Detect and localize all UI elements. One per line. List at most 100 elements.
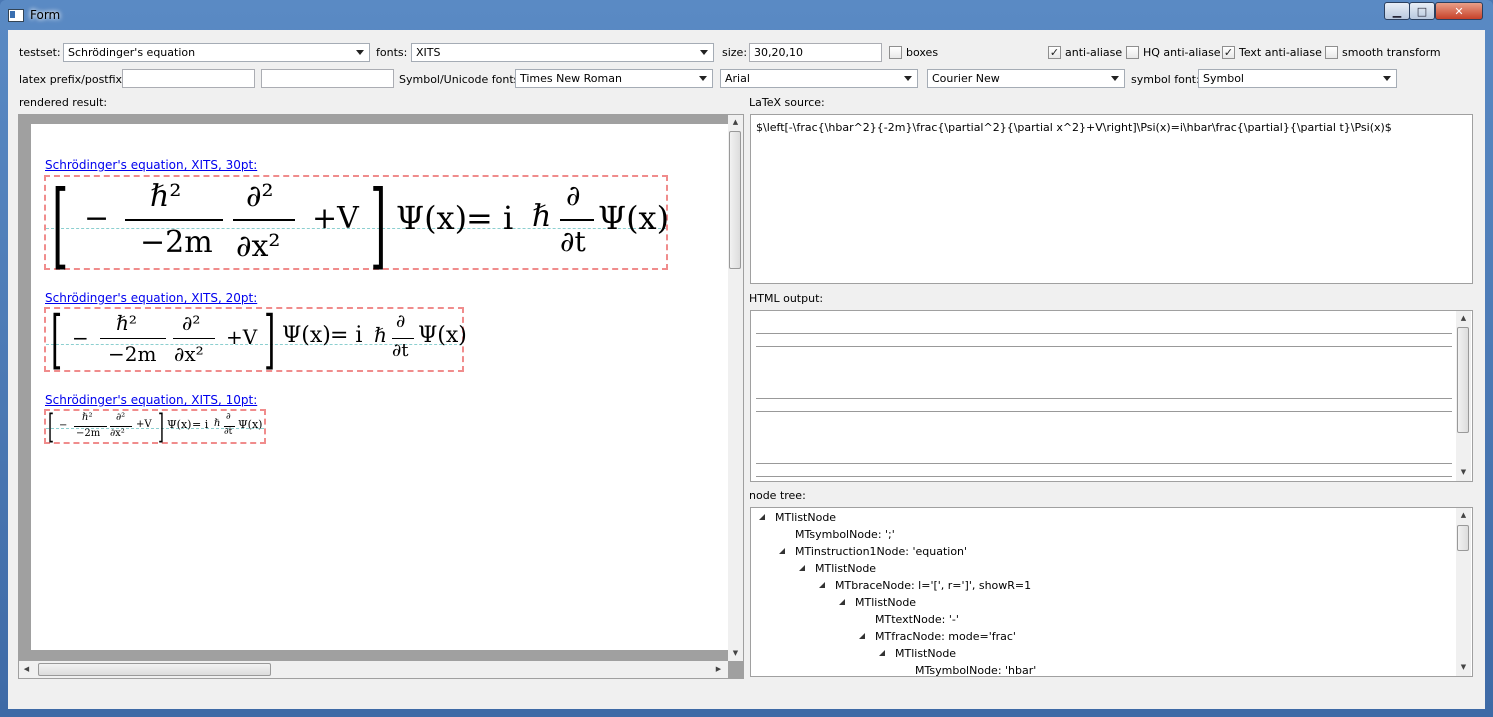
expand-triangle-icon[interactable] bbox=[839, 599, 845, 605]
render-item-title[interactable]: Schrödinger's equation, XITS, 20pt: bbox=[45, 291, 257, 305]
antialias-label: anti-aliase bbox=[1065, 46, 1123, 59]
tree-node[interactable]: MTsymbolNode: 'hbar' bbox=[915, 664, 1037, 677]
left-bracket: [ bbox=[48, 407, 54, 447]
antialias-checkbox[interactable]: ✓ bbox=[1048, 46, 1061, 59]
eq-partial: ∂ bbox=[566, 179, 581, 212]
text-antialias-checkbox[interactable]: ✓ bbox=[1222, 46, 1235, 59]
scroll-down-icon[interactable]: ▼ bbox=[728, 646, 743, 661]
boxes-checkbox[interactable] bbox=[889, 46, 902, 59]
node-tree-view[interactable]: MTlistNode MTsymbolNode: ';' MTinstructi… bbox=[750, 507, 1473, 677]
eq-hbar-squared: ℏ² bbox=[116, 311, 137, 335]
html-output-line bbox=[756, 398, 1452, 399]
html-output-scrollbar[interactable]: ▲ ▼ bbox=[1456, 311, 1471, 481]
eq-psi-x: Ψ(x) bbox=[418, 323, 467, 348]
tree-node[interactable]: MTinstruction1Node: 'equation' bbox=[779, 545, 967, 558]
app-window: Form ▁ □ ✕ testset: Schrödinger's equati… bbox=[0, 0, 1493, 717]
expand-triangle-icon[interactable] bbox=[759, 514, 765, 520]
eq-equals-i: = i bbox=[330, 323, 363, 348]
symbol-font-2-select[interactable]: Arial bbox=[720, 69, 918, 88]
eq-partial-x-squared: ∂x² bbox=[110, 428, 125, 439]
html-output-view[interactable]: ▲ ▼ bbox=[750, 310, 1473, 482]
render-vertical-scrollbar[interactable]: ▲ ▼ bbox=[728, 115, 743, 661]
chevron-down-icon bbox=[1383, 76, 1391, 81]
eq-partial-squared: ∂² bbox=[182, 311, 201, 335]
eq-psi-x: Ψ(x) bbox=[238, 418, 263, 431]
node-tree-scrollbar[interactable]: ▲ ▼ bbox=[1456, 508, 1471, 676]
render-item-title[interactable]: Schrödinger's equation, XITS, 30pt: bbox=[45, 158, 257, 172]
scroll-up-icon[interactable]: ▲ bbox=[1456, 508, 1471, 523]
minimize-button[interactable]: ▁ bbox=[1384, 2, 1410, 20]
window-title: Form bbox=[30, 8, 61, 22]
render-item-title[interactable]: Schrödinger's equation, XITS, 10pt: bbox=[45, 393, 257, 407]
eq-partial-squared: ∂² bbox=[116, 412, 126, 423]
tree-node[interactable]: MTtextNode: '-' bbox=[875, 613, 959, 626]
scroll-down-icon[interactable]: ▼ bbox=[1456, 465, 1471, 480]
symbol-font-1-select[interactable]: Times New Roman bbox=[515, 69, 713, 88]
fraction-bar bbox=[100, 338, 166, 339]
eq-psi-x: Ψ(x) bbox=[396, 199, 468, 237]
latex-prefix-input[interactable] bbox=[122, 69, 255, 88]
scroll-down-icon[interactable]: ▼ bbox=[1456, 660, 1471, 675]
testset-select[interactable]: Schrödinger's equation bbox=[63, 43, 370, 62]
eq-minus: − bbox=[84, 201, 110, 236]
scrollbar-thumb[interactable] bbox=[729, 131, 741, 269]
hq-antialias-checkbox[interactable] bbox=[1126, 46, 1139, 59]
expand-triangle-icon[interactable] bbox=[799, 565, 805, 571]
size-input[interactable]: 30,20,10 bbox=[749, 43, 882, 62]
rendered-result-panel: Schrödinger's equation, XITS, 30pt: [ − … bbox=[18, 114, 744, 679]
scrollbar-thumb[interactable] bbox=[1457, 327, 1469, 433]
scrollbar-thumb[interactable] bbox=[38, 663, 271, 676]
latex-postfix-input[interactable] bbox=[261, 69, 394, 88]
app-icon bbox=[8, 9, 24, 22]
latex-source-text: $\left[-\frac{\hbar^2}{-2m}\frac{\partia… bbox=[756, 121, 1392, 134]
tree-node[interactable]: MTlistNode bbox=[879, 647, 956, 660]
scroll-up-icon[interactable]: ▲ bbox=[728, 115, 743, 130]
scroll-up-icon[interactable]: ▲ bbox=[1456, 311, 1471, 326]
html-output-line bbox=[756, 411, 1452, 412]
formula-box-20pt: [ − ℏ² −2m ∂² ∂x² +V ] Ψ(x) = i ℏ ∂ ∂t Ψ… bbox=[44, 303, 467, 377]
html-output-line bbox=[756, 463, 1452, 464]
close-button[interactable]: ✕ bbox=[1435, 2, 1483, 20]
tree-node[interactable]: MTlistNode bbox=[759, 511, 836, 524]
eq-partial-t: ∂t bbox=[224, 427, 233, 437]
render-horizontal-scrollbar[interactable]: ◀ ▶ bbox=[19, 661, 728, 678]
scroll-left-icon[interactable]: ◀ bbox=[19, 662, 34, 677]
left-bracket: [ bbox=[52, 171, 69, 280]
eq-plus-v: +V bbox=[312, 201, 359, 236]
eq-equals-i: = i bbox=[466, 199, 514, 237]
smooth-transform-checkbox[interactable] bbox=[1325, 46, 1338, 59]
tree-node[interactable]: MTfracNode: mode='frac' bbox=[859, 630, 1016, 643]
tree-node-label: MTsymbolNode: 'hbar' bbox=[915, 664, 1037, 677]
eq-partial: ∂ bbox=[396, 311, 406, 332]
tree-node[interactable]: MTlistNode bbox=[799, 562, 876, 575]
fraction-bar bbox=[233, 219, 295, 221]
symbol-font-select[interactable]: Symbol bbox=[1198, 69, 1397, 88]
testset-value: Schrödinger's equation bbox=[68, 46, 196, 59]
expand-triangle-icon[interactable] bbox=[879, 650, 885, 656]
testset-label: testset: bbox=[19, 46, 61, 59]
tree-node[interactable]: MTbraceNode: l='[', r=']', showR=1 bbox=[819, 579, 1031, 592]
maximize-button[interactable]: □ bbox=[1409, 2, 1435, 20]
eq-partial: ∂ bbox=[226, 412, 231, 422]
eq-minus: − bbox=[72, 326, 89, 350]
tree-node[interactable]: MTlistNode bbox=[839, 596, 916, 609]
fraction-bar bbox=[392, 338, 414, 339]
expand-triangle-icon[interactable] bbox=[779, 548, 785, 554]
eq-neg-2m: −2m bbox=[76, 428, 101, 439]
hq-antialias-label: HQ anti-aliase bbox=[1143, 46, 1221, 59]
eq-partial-t: ∂t bbox=[560, 225, 586, 258]
tree-node[interactable]: MTsymbolNode: ';' bbox=[795, 528, 895, 541]
fonts-select[interactable]: XITS bbox=[411, 43, 714, 62]
scrollbar-thumb[interactable] bbox=[1457, 525, 1469, 551]
eq-partial-x-squared: ∂x² bbox=[174, 342, 204, 366]
scroll-right-icon[interactable]: ▶ bbox=[711, 662, 726, 677]
symbol-font-3-select[interactable]: Courier New bbox=[927, 69, 1125, 88]
expand-triangle-icon[interactable] bbox=[859, 633, 865, 639]
right-bracket: ] bbox=[370, 171, 387, 280]
minimize-icon: ▁ bbox=[1392, 4, 1402, 18]
fraction-bar bbox=[110, 426, 132, 427]
eq-hbar: ℏ bbox=[214, 418, 221, 429]
size-label: size: bbox=[722, 46, 748, 59]
latex-source-editor[interactable]: $\left[-\frac{\hbar^2}{-2m}\frac{\partia… bbox=[750, 114, 1473, 284]
expand-triangle-icon[interactable] bbox=[819, 582, 825, 588]
